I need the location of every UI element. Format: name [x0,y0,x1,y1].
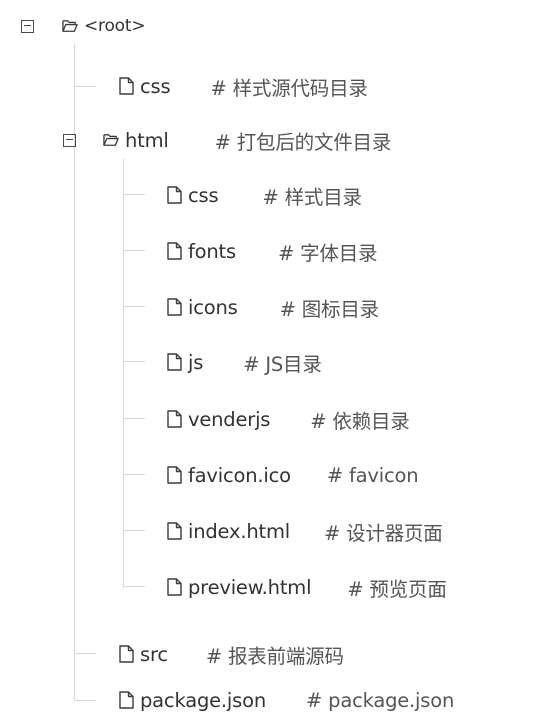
tree-node-label: css [140,74,171,98]
tree-node-comment: # 依赖目录 [310,409,410,433]
tree-node-html-fonts[interactable]: fonts # 字体目录 [166,231,378,271]
file-icon [166,521,182,541]
tree-node-label: js [188,350,204,374]
tree-node-comment: # 样式源代码目录 [210,76,368,100]
file-icon [118,644,134,664]
file-icon [118,76,134,96]
tree-node-comment: # favicon [326,463,419,487]
file-icon [166,577,182,597]
tree-connector [123,418,145,419]
tree-node-html-icons[interactable]: icons # 图标目录 [166,287,379,327]
tree-connector [123,250,145,251]
tree-node-label: package.json [140,688,266,712]
tree-connector [74,86,96,87]
tree-node-label: html [125,128,169,152]
tree-node-comment: # 预览页面 [347,577,447,601]
tree-node-html-js[interactable]: js # JS目录 [166,342,322,382]
tree-node-comment: # package.json [306,688,455,712]
tree-node-comment: # 设计器页面 [323,521,443,545]
tree-node-label: preview.html [188,575,312,599]
tree-connector [123,586,145,587]
folder-open-icon [103,130,119,150]
tree-node-comment: # 报表前端源码 [205,644,344,668]
tree-node-comment: # 打包后的文件目录 [214,130,392,154]
tree-node-html-venderjs[interactable]: venderjs # 依赖目录 [166,399,410,439]
file-icon [166,297,182,317]
tree-connector [123,194,145,195]
tree-node-label: venderjs [188,407,271,431]
file-icon [166,241,182,261]
tree-node-root[interactable]: <root> [21,6,146,46]
tree-node-label: <root> [84,16,146,36]
tree-node-package-json[interactable]: package.json # package.json [118,680,454,720]
tree-node-html-favicon[interactable]: favicon.ico # favicon [166,455,419,495]
tree-connector [123,530,145,531]
tree-node-html[interactable]: html # 打包后的文件目录 [63,120,391,160]
tree-connector [123,474,145,475]
tree-connector [123,306,145,307]
folder-open-icon [62,16,78,36]
collapse-icon[interactable] [63,133,76,147]
tree-guide-html [123,159,124,588]
tree-node-comment: # JS目录 [243,352,322,376]
file-icon [118,690,134,710]
tree-connector [74,700,96,701]
tree-node-label: css [188,183,219,207]
tree-node-css[interactable]: css # 样式源代码目录 [118,66,368,106]
tree-node-html-index[interactable]: index.html # 设计器页面 [166,511,443,551]
collapse-icon[interactable] [21,19,34,33]
tree-node-comment: # 样式目录 [262,185,362,209]
tree-node-html-preview[interactable]: preview.html # 预览页面 [166,567,447,607]
tree-connector [74,653,96,654]
file-icon [166,409,182,429]
tree-node-label: index.html [188,519,290,543]
tree-node-comment: # 字体目录 [277,241,378,265]
tree-node-label: icons [188,295,238,319]
file-icon [166,185,182,205]
tree-node-label: favicon.ico [188,463,291,487]
tree-node-comment: # 图标目录 [279,297,380,321]
file-icon [166,352,182,372]
file-icon [166,465,182,485]
file-tree: <root> css # 样式源代码目录 html # 打包后的文件目录 css [0,0,551,718]
tree-node-label: fonts [188,239,236,263]
tree-connector [123,361,145,362]
tree-node-html-css[interactable]: css # 样式目录 [166,175,362,215]
tree-node-src[interactable]: src # 报表前端源码 [118,634,344,674]
tree-node-label: src [140,642,168,666]
